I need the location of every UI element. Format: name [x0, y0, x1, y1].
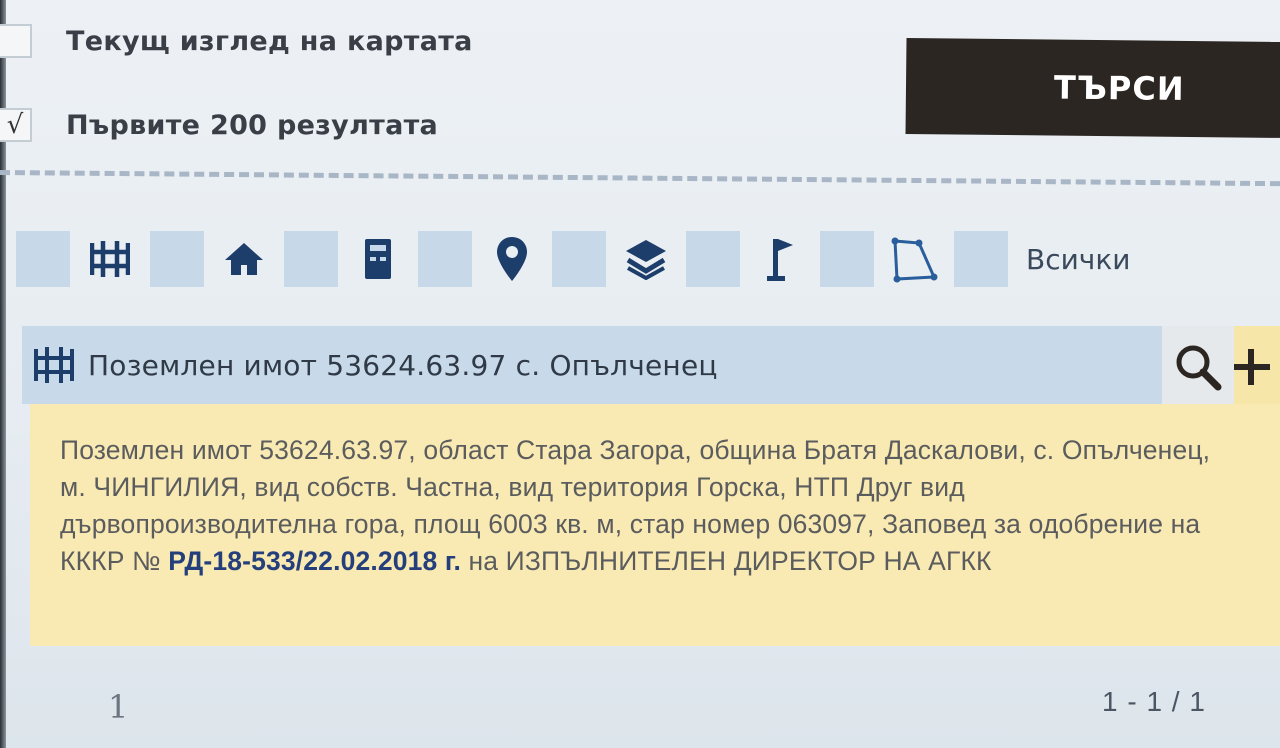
current-view-checkbox[interactable] — [0, 24, 32, 58]
result-title: Поземлен имот 53624.63.97 с. Опълченец — [88, 348, 718, 382]
filter-all-label[interactable]: Всички — [1026, 243, 1130, 276]
plus-icon — [1234, 349, 1270, 385]
result-details: Поземлен имот 53624.63.97, област Стара … — [30, 404, 1280, 646]
house-icon[interactable] — [204, 231, 284, 287]
option-first-200-results[interactable]: √ Първите 200 резултата — [0, 108, 438, 142]
filter-toggle-building[interactable] — [284, 231, 338, 287]
grid-icon — [34, 347, 74, 383]
divider — [0, 170, 1280, 187]
checkmark-icon: √ — [6, 110, 24, 140]
location-pin-icon[interactable] — [472, 231, 552, 287]
details-suffix: на ИЗПЪЛНИТЕЛЕН ДИРЕКТОР НА АГКК — [468, 546, 992, 576]
search-button[interactable]: ТЪРСИ — [905, 38, 1280, 138]
filter-toggle-location[interactable] — [418, 231, 472, 287]
filter-toggle-grid[interactable] — [16, 231, 70, 287]
filter-toggle-house[interactable] — [150, 231, 204, 287]
first-200-checkbox[interactable]: √ — [0, 108, 32, 142]
flag-icon[interactable] — [740, 231, 820, 287]
page: Текущ изглед на картата √ Първите 200 ре… — [0, 0, 1280, 748]
details-paragraph: Поземлен имот 53624.63.97, област Стара … — [60, 432, 1230, 580]
magnifier-icon — [1176, 345, 1222, 391]
order-number-link[interactable]: РД-18-533/22.02.2018 г. — [168, 546, 461, 576]
filter-toggle-all[interactable] — [954, 231, 1008, 287]
pager-page-number[interactable]: 1 — [108, 688, 128, 726]
result-header[interactable]: Поземлен имот 53624.63.97 с. Опълченец — [22, 326, 1162, 404]
filter-toggle-flag[interactable] — [686, 231, 740, 287]
pager-range: 1 - 1 / 1 — [1102, 686, 1206, 717]
add-button[interactable] — [1234, 326, 1280, 408]
filter-toggle-polygon[interactable] — [820, 231, 874, 287]
zoom-to-button[interactable] — [1162, 326, 1234, 408]
building-icon[interactable] — [338, 231, 418, 287]
layers-icon[interactable] — [606, 231, 686, 287]
first-200-label: Първите 200 резултата — [66, 109, 439, 141]
grid-icon[interactable] — [70, 231, 150, 287]
option-current-map-view[interactable]: Текущ изглед на картата — [0, 24, 473, 58]
filter-toolbar: Всички — [16, 222, 1130, 296]
filter-toggle-layers[interactable] — [552, 231, 606, 287]
polygon-icon[interactable] — [874, 231, 954, 287]
current-view-label: Текущ изглед на картата — [66, 25, 473, 57]
